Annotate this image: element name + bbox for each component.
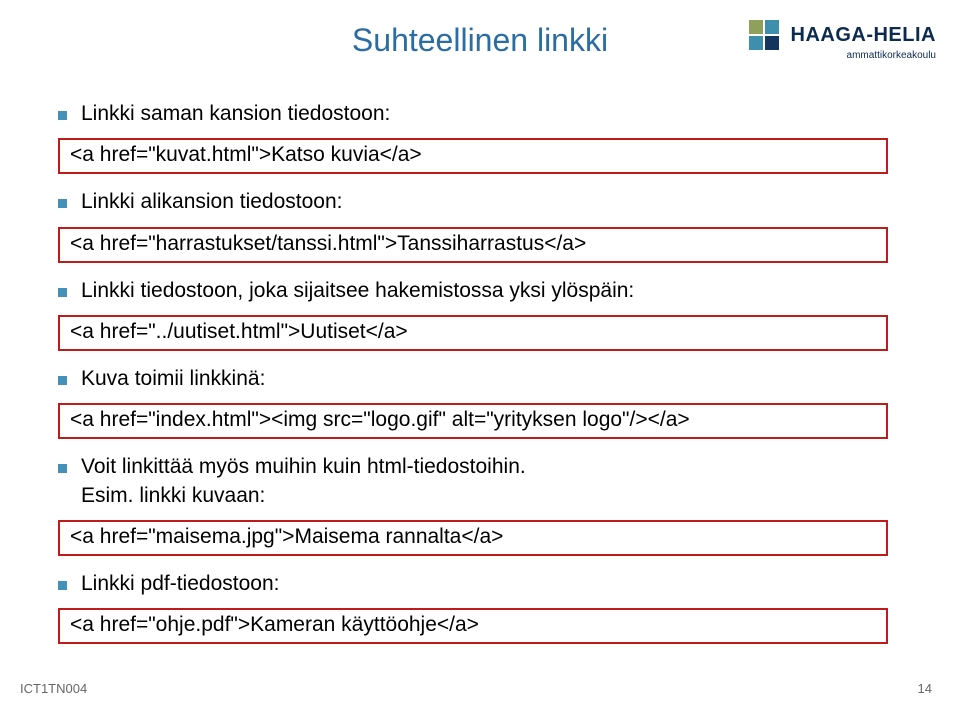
code-box: <a href="index.html"><img src="logo.gif"… xyxy=(58,403,888,439)
bullet-row: Kuva toimii linkkinä: xyxy=(58,365,900,393)
bullet-icon xyxy=(58,464,67,473)
bullet-icon xyxy=(58,376,67,385)
footer-left: ICT1TN004 xyxy=(20,681,87,696)
code-box: <a href="ohje.pdf">Kameran käyttöohje</a… xyxy=(58,608,888,644)
bullet-row: Linkki saman kansion tiedostoon: xyxy=(58,100,900,128)
bullet-text: Voit linkittää myös muihin kuin html-tie… xyxy=(81,453,526,510)
bullet-icon xyxy=(58,288,67,297)
code-box: <a href="kuvat.html">Katso kuvia</a> xyxy=(58,138,888,174)
bullet-icon xyxy=(58,111,67,120)
bullet-text: Linkki tiedostoon, joka sijaitsee hakemi… xyxy=(81,277,634,305)
code-box: <a href="../uutiset.html">Uutiset</a> xyxy=(58,315,888,351)
bullet-text: Linkki alikansion tiedostoon: xyxy=(81,188,343,216)
slide: HAAGA-HELIA ammattikorkeakoulu Suhteelli… xyxy=(0,0,960,714)
slide-title: Suhteellinen linkki xyxy=(0,22,960,59)
footer: ICT1TN004 14 xyxy=(20,681,932,696)
bullet-icon xyxy=(58,581,67,590)
bullet-row: Linkki alikansion tiedostoon: xyxy=(58,188,900,216)
page-number: 14 xyxy=(918,681,932,696)
bullet-icon xyxy=(58,199,67,208)
code-box: <a href="harrastukset/tanssi.html">Tanss… xyxy=(58,227,888,263)
bullet-row: Linkki tiedostoon, joka sijaitsee hakemi… xyxy=(58,277,900,305)
bullet-text: Linkki saman kansion tiedostoon: xyxy=(81,100,390,128)
bullet-row: Voit linkittää myös muihin kuin html-tie… xyxy=(58,453,900,510)
content: Linkki saman kansion tiedostoon: <a href… xyxy=(58,100,900,658)
code-box: <a href="maisema.jpg">Maisema rannalta</… xyxy=(58,520,888,556)
bullet-text: Kuva toimii linkkinä: xyxy=(81,365,265,393)
bullet-text: Linkki pdf-tiedostoon: xyxy=(81,570,279,598)
bullet-row: Linkki pdf-tiedostoon: xyxy=(58,570,900,598)
